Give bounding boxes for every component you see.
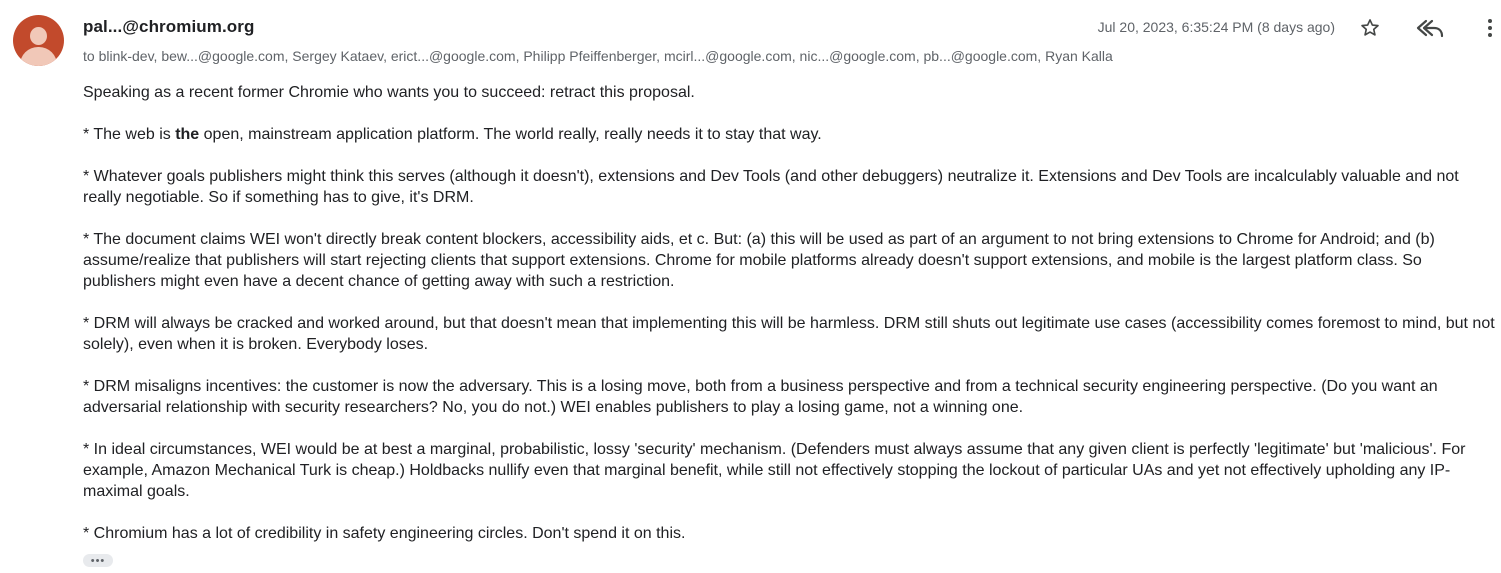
message-body: Speaking as a recent former Chromie who … (83, 82, 1498, 565)
sender-name[interactable]: pal...@chromium.org (83, 17, 255, 37)
avatar[interactable] (13, 15, 64, 66)
reply-all-icon (1416, 19, 1444, 38)
more-vert-icon (1488, 19, 1492, 37)
body-bold-text: the (175, 126, 200, 143)
body-text: open, mainstream application platform. T… (199, 126, 822, 143)
recipients-line[interactable]: to blink-dev, bew...@google.com, Sergey … (83, 48, 1113, 64)
body-paragraph: * Chromium has a lot of credibility in s… (83, 525, 686, 542)
body-paragraph: * DRM will always be cracked and worked … (83, 315, 1495, 353)
body-paragraph: * Whatever goals publishers might think … (83, 168, 1459, 206)
avatar-body-shape (20, 47, 57, 66)
body-paragraph: * In ideal circumstances, WEI would be a… (83, 441, 1466, 500)
show-trimmed-content-button[interactable]: ••• (83, 554, 113, 567)
body-paragraph: * DRM misaligns incentives: the customer… (83, 378, 1438, 416)
avatar-head-shape (30, 27, 47, 45)
body-paragraph: Speaking as a recent former Chromie who … (83, 84, 695, 101)
star-icon (1361, 19, 1379, 36)
star-button[interactable] (1354, 12, 1386, 44)
body-text: * The web is (83, 126, 176, 143)
body-paragraph: * The web is the open, mainstream applic… (83, 124, 1498, 145)
reply-all-button[interactable] (1414, 12, 1446, 44)
body-paragraph: * The document claims WEI won't directly… (83, 231, 1435, 290)
more-options-button[interactable] (1474, 12, 1501, 44)
message-date: Jul 20, 2023, 6:35:24 PM (8 days ago) (1097, 19, 1335, 35)
